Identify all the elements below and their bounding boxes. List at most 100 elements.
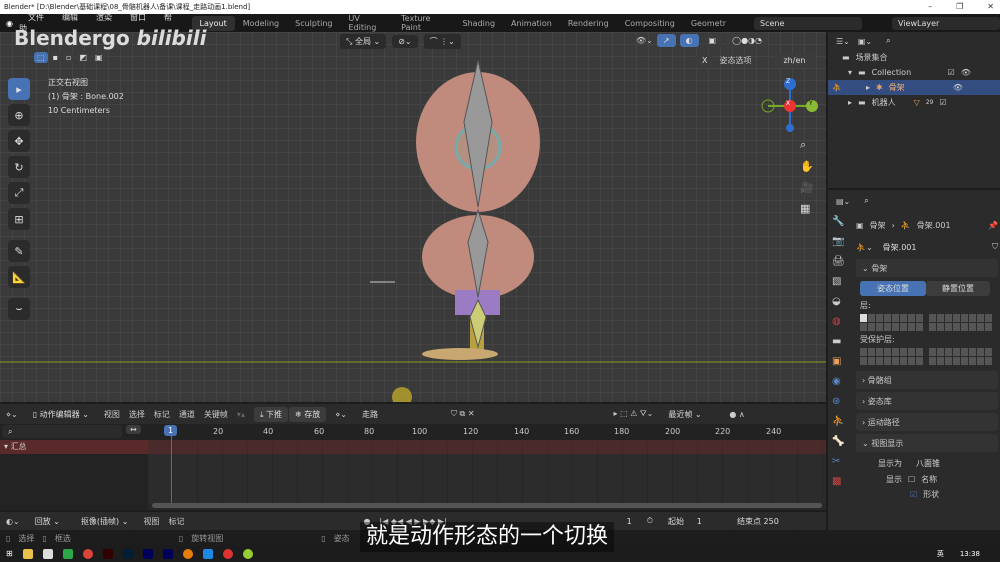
outliner-item-robot[interactable]: ▸ ▬ 机器人 ▽ 29 ☑ (828, 95, 1000, 110)
menu-view[interactable]: 视图 (143, 516, 159, 527)
grid-icon[interactable]: ▦ (800, 202, 814, 215)
maximize-button[interactable]: ❐ (956, 0, 963, 14)
tool-tab-icon[interactable]: 🔧 (832, 216, 850, 227)
app-icon[interactable] (242, 548, 253, 559)
bone-tab-icon[interactable]: 🦴 (832, 436, 850, 447)
blender-taskbar-icon[interactable] (182, 548, 193, 559)
fake-user-icon[interactable]: ⛉ ⧉ ✕ (451, 409, 475, 419)
menu-edit[interactable]: 编辑 (62, 13, 78, 22)
render-tab-icon[interactable]: 📷 (832, 236, 850, 247)
menu-window[interactable]: 窗口 (130, 13, 146, 22)
shapes-checkbox[interactable]: ☑ (910, 490, 917, 499)
texture-tab-icon[interactable]: ▩ (832, 476, 850, 487)
filter-tools-icon[interactable]: ▸ ⬚ ⚠ ⛛⌄ (614, 409, 654, 419)
editor-type-icon[interactable]: ▤⌄ (836, 197, 850, 206)
eye-icon[interactable]: 👁 (953, 83, 963, 92)
tab-rendering[interactable]: Rendering (560, 16, 617, 31)
outliner-item-scene-collection[interactable]: ▬ 场景集合 (828, 50, 1000, 65)
scene-tab-icon[interactable]: ◒ (832, 296, 850, 307)
notepad-icon[interactable] (42, 548, 53, 559)
wechat-icon[interactable] (62, 548, 73, 559)
playhead-line[interactable] (171, 434, 172, 504)
gizmo-x-label[interactable]: X (786, 100, 790, 107)
properties-search-icon[interactable]: ⌕ (858, 194, 939, 208)
mode-dropdown[interactable]: ▯ 动作编辑器 ⌄ (26, 406, 95, 422)
illustrator-icon[interactable] (102, 548, 113, 559)
object-tab-icon[interactable]: ▣ (832, 356, 850, 367)
push-down-button[interactable]: ⤓ 下推 (253, 406, 289, 422)
section-skeleton[interactable]: ⌄ 骨架 (856, 259, 998, 277)
bone-constraint-tab-icon[interactable]: ✂ (832, 456, 850, 467)
action-browse-icon[interactable]: ⋄⌄ (335, 410, 347, 419)
explorer-icon[interactable] (22, 548, 33, 559)
app-icon[interactable] (202, 548, 213, 559)
output-tab-icon[interactable]: 🖨 (832, 256, 850, 267)
display-mode-icon[interactable]: ☰⌄ (836, 37, 850, 46)
expand-icon[interactable]: ▾ (848, 68, 852, 77)
display-as-dropdown[interactable]: 八面锥 (910, 455, 970, 471)
menu-channel[interactable]: 通道 (179, 409, 195, 420)
layer-arrows-icon[interactable]: ▾▴ (237, 410, 245, 419)
tab-modeling[interactable]: Modeling (235, 16, 287, 31)
editor-type-icon[interactable]: ⋄⌄ (6, 410, 18, 419)
after-effects-icon[interactable] (162, 548, 173, 559)
checkbox-icon[interactable]: ☑ (939, 98, 946, 107)
start-frame-field[interactable]: 起始 1 (662, 513, 730, 529)
rest-position-button[interactable]: 静置位置 (926, 281, 990, 296)
end-frame-field[interactable]: 结束点 250 (731, 513, 795, 529)
armature-browse-icon[interactable]: ⛹⌄ (856, 243, 873, 252)
expand-icon[interactable]: ▸ (866, 83, 870, 92)
stopwatch-icon[interactable]: ⏱ (647, 516, 653, 526)
layer-grid-a[interactable] (860, 314, 923, 331)
frame-ruler[interactable]: ⌕ ↔ 1 20 40 60 80 100 120 140 160 180 200 220 240 (0, 424, 826, 440)
outliner-search-icon[interactable]: ⌕ (880, 34, 961, 48)
timeline-editor-icon[interactable]: ◐⌄ (6, 517, 20, 526)
armature-data-tab-icon[interactable]: ⛹ (832, 416, 850, 427)
filter-icon[interactable]: ▣⌄ (858, 37, 872, 46)
pin-icon[interactable]: 📌 (988, 221, 998, 230)
eye-icon[interactable]: 👁 (961, 68, 971, 77)
tab-shading[interactable]: Shading (455, 16, 504, 31)
menu-marker[interactable]: 标记 (154, 409, 170, 420)
playback-dropdown[interactable]: 回放 ⌄ (28, 513, 66, 529)
menu-view[interactable]: 视图 (104, 409, 120, 420)
names-checkbox[interactable]: ☐ (908, 475, 915, 484)
tab-sculpting[interactable]: Sculpting (287, 16, 340, 31)
horizontal-scrollbar[interactable] (152, 503, 822, 508)
physics-tab-icon[interactable]: ◉ (832, 376, 850, 387)
menu-select[interactable]: 选择 (129, 409, 145, 420)
gizmo-y-label[interactable]: Y (809, 100, 813, 107)
proportional-icon[interactable]: ● ∧ (729, 410, 744, 419)
stash-button[interactable]: ❄ 存放 (289, 406, 327, 422)
world-tab-icon[interactable]: ◍ (832, 316, 850, 327)
photoshop-icon[interactable] (122, 548, 133, 559)
action-name-field[interactable]: 走路 (356, 406, 443, 422)
premiere-icon[interactable] (142, 548, 153, 559)
collection-tab-icon[interactable]: ▬ (832, 336, 850, 347)
recorder-icon[interactable] (222, 548, 233, 559)
sync-icon[interactable]: ↔ (126, 425, 141, 434)
keying-dropdown[interactable]: 抠像(插帧) ⌄ (74, 513, 135, 529)
protected-grid-b[interactable] (929, 348, 992, 365)
windows-start-icon[interactable]: ⊞ (6, 549, 13, 558)
snapping-dropdown[interactable]: 最近帧 ⌄ (662, 406, 721, 422)
camera-icon[interactable]: 🎥 (800, 181, 814, 194)
3d-viewport[interactable]: Blendergo bilibili ⤡ 全局 ⌄ ⊘⌄ ⌒ ⋮⌄ 👁⌄ ↗ ◐… (0, 26, 826, 402)
section-motion-paths[interactable]: › 运动路径 (856, 413, 998, 431)
outliner-item-collection[interactable]: ▾ ▬ Collection ☑ 👁 (828, 65, 1000, 80)
fake-user-icon[interactable]: ⛉ (992, 242, 998, 252)
gizmo-z-label[interactable]: Z (786, 78, 790, 85)
checkbox-icon[interactable]: ☑ (948, 68, 955, 77)
constraints-tab-icon[interactable]: ⊛ (832, 396, 850, 407)
chrome-icon[interactable] (82, 548, 93, 559)
tab-compositing[interactable]: Compositing (617, 16, 683, 31)
armature-name-field[interactable]: 骨架.001 (876, 239, 988, 255)
menu-marker[interactable]: 标记 (168, 516, 184, 527)
pan-hand-icon[interactable]: ✋ (800, 160, 814, 173)
channel-search-icon[interactable]: ⌕ (2, 425, 122, 438)
scene-selector[interactable]: Scene (754, 16, 862, 30)
expand-icon[interactable]: ▸ (848, 98, 852, 107)
menu-file[interactable]: 文件 (28, 13, 44, 22)
tab-animation[interactable]: Animation (503, 16, 560, 31)
close-button[interactable]: ✕ (987, 0, 994, 14)
